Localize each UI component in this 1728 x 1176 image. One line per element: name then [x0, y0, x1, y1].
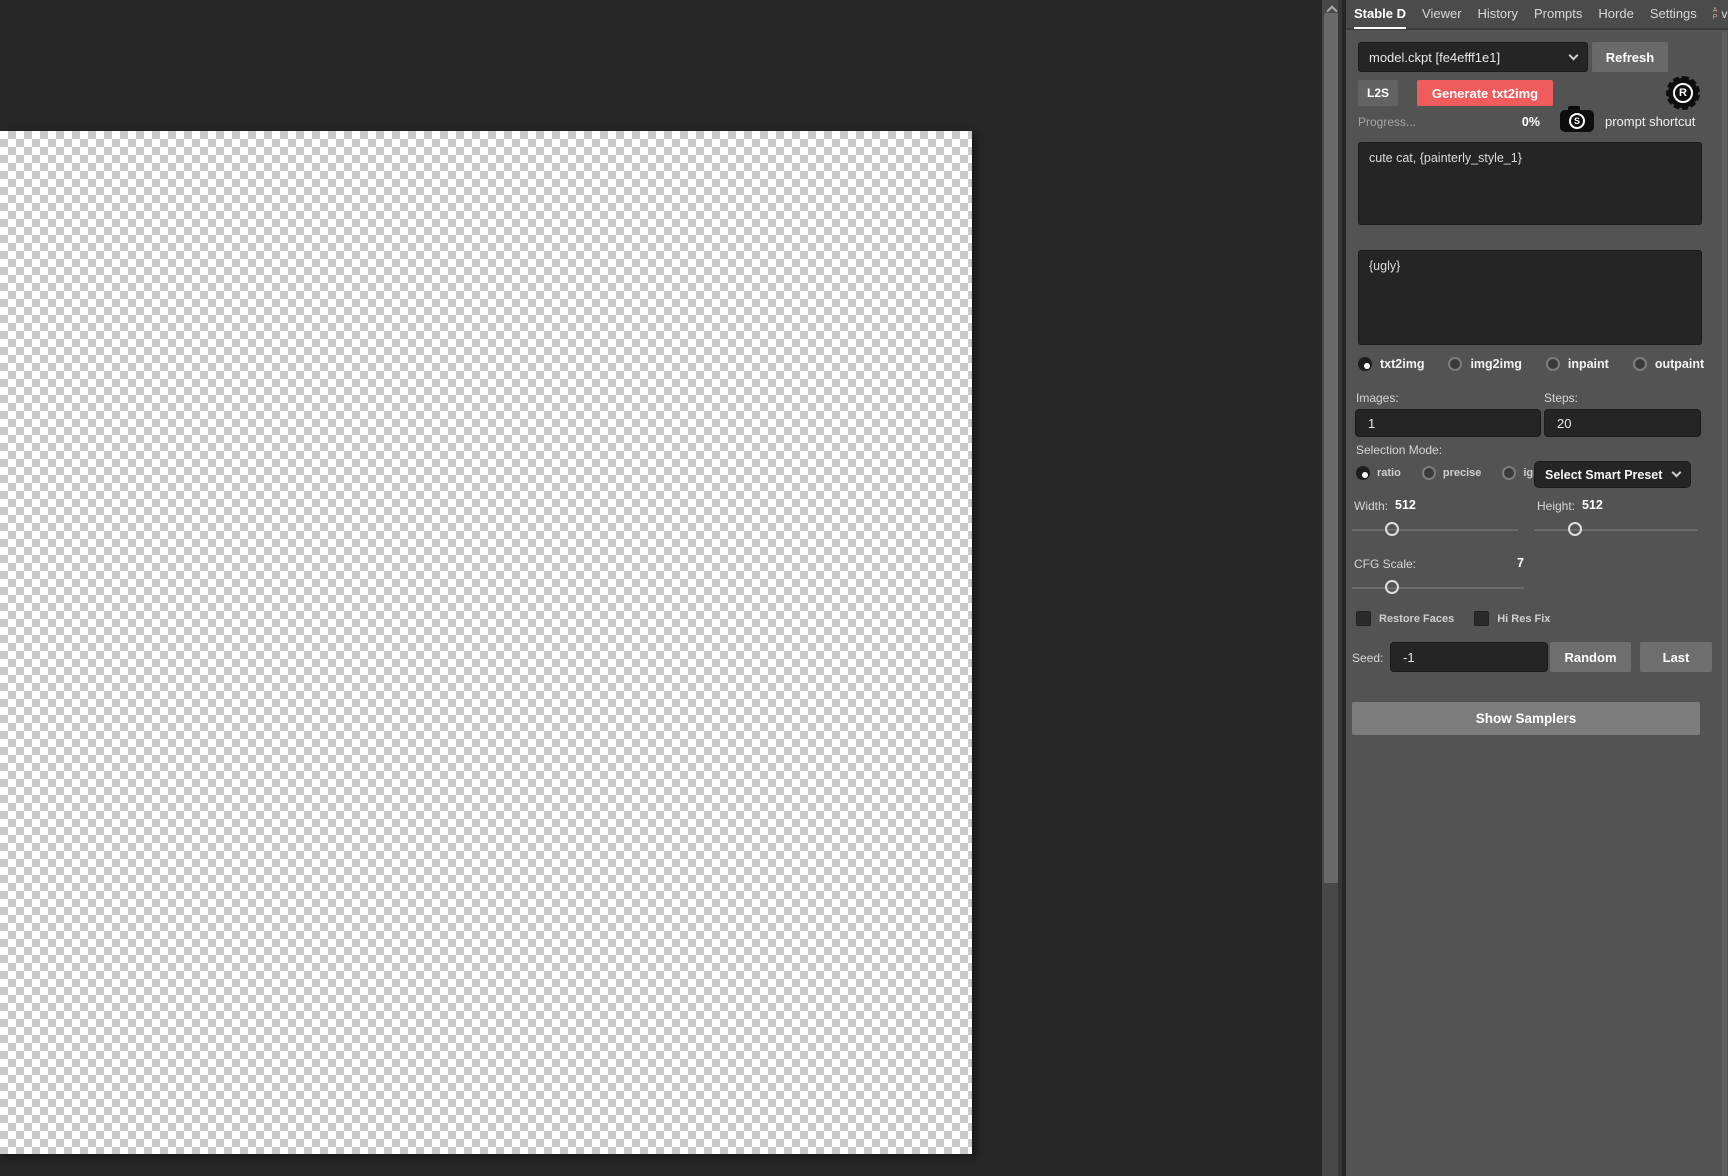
- tab-prompts[interactable]: Prompts: [1534, 0, 1582, 29]
- negative-prompt-input[interactable]: {ugly}: [1358, 250, 1702, 345]
- width-slider-track: [1352, 529, 1518, 531]
- chevron-down-icon: [1671, 467, 1682, 478]
- selection-mode-label: Selection Mode:: [1356, 443, 1443, 457]
- height-slider-thumb[interactable]: [1568, 522, 1582, 536]
- version-label: v1.1.0: [1721, 7, 1728, 21]
- radio-img2img[interactable]: [1448, 357, 1463, 371]
- scroll-up-icon[interactable]: [1327, 5, 1335, 13]
- height-slider-track: [1534, 529, 1698, 531]
- seed-label: Seed:: [1352, 651, 1384, 665]
- tab-stable-diffusion[interactable]: Stable D: [1354, 0, 1407, 29]
- last-seed-button[interactable]: Last: [1640, 642, 1712, 672]
- snapshot-camera-icon[interactable]: S: [1560, 106, 1594, 132]
- cfg-scale-label: CFG Scale:: [1354, 557, 1417, 571]
- gear-badge: R: [1673, 83, 1693, 103]
- width-value: 512: [1395, 498, 1416, 512]
- tab-viewer[interactable]: Viewer: [1422, 0, 1462, 29]
- radio-ratio-label: ratio: [1377, 467, 1401, 479]
- restore-faces-label: Restore Faces: [1379, 612, 1455, 625]
- panel-scrollbar[interactable]: [1722, 32, 1727, 1176]
- height-label: Height:: [1537, 499, 1576, 513]
- radio-ignore[interactable]: [1502, 466, 1517, 480]
- steps-label: Steps:: [1544, 391, 1579, 405]
- cfg-slider-track: [1352, 587, 1524, 589]
- smart-preset-select[interactable]: Select Smart Preset: [1534, 461, 1691, 488]
- images-input[interactable]: [1355, 409, 1541, 437]
- radio-precise-label: precise: [1442, 467, 1482, 479]
- cfg-slider-thumb[interactable]: [1385, 580, 1399, 594]
- chevron-down-icon: [1568, 50, 1579, 60]
- photoshop-workspace: Stable D Viewer History Prompts Horde Se…: [0, 0, 1728, 1176]
- radio-outpaint-label: outpaint: [1654, 357, 1705, 371]
- selection-mode-group: ratio precise ignore: [1356, 466, 1557, 480]
- height-value: 512: [1582, 498, 1603, 512]
- hi-res-fix-checkbox[interactable]: [1474, 611, 1490, 626]
- images-label: Images:: [1356, 391, 1399, 405]
- generate-txt2img-button[interactable]: Generate txt2img: [1417, 80, 1553, 106]
- radio-img2img-label: img2img: [1470, 357, 1522, 371]
- radio-ratio[interactable]: [1356, 466, 1370, 480]
- cfg-scale-value: 7: [1517, 556, 1524, 570]
- positive-prompt-input[interactable]: cute cat, {painterly_style_1}: [1358, 142, 1702, 225]
- prompt-shortcut-label: prompt shortcut: [1605, 114, 1696, 129]
- smart-preset-value: Select Smart Preset: [1545, 467, 1663, 482]
- tab-horde[interactable]: Horde: [1598, 0, 1633, 29]
- plugin-logo: A P: [1712, 7, 1718, 21]
- radio-txt2img[interactable]: [1358, 357, 1372, 371]
- height-slider[interactable]: [1534, 521, 1698, 539]
- canvas-workarea: [0, 0, 1322, 1176]
- workarea-scrollbar[interactable]: [1322, 0, 1342, 1176]
- refresh-button[interactable]: Refresh: [1592, 42, 1668, 72]
- width-slider[interactable]: [1352, 521, 1518, 539]
- radio-inpaint-label: inpaint: [1567, 357, 1609, 371]
- progress-percent: 0%: [1521, 115, 1540, 129]
- width-slider-thumb[interactable]: [1385, 522, 1399, 536]
- radio-inpaint[interactable]: [1545, 357, 1560, 371]
- progress-row: Progress... 0%: [1358, 113, 1540, 131]
- radio-txt2img-label: txt2img: [1380, 357, 1425, 371]
- restore-faces-checkbox[interactable]: [1356, 611, 1371, 626]
- stable-diffusion-panel: Stable D Viewer History Prompts Horde Se…: [1346, 0, 1728, 1176]
- l2s-button[interactable]: L2S: [1358, 80, 1398, 106]
- settings-gear-icon[interactable]: R: [1666, 76, 1700, 110]
- progress-label: Progress...: [1358, 115, 1417, 129]
- tab-history[interactable]: History: [1478, 0, 1518, 29]
- fix-toggles-row: Restore Faces Hi Res Fix: [1356, 611, 1550, 626]
- camera-lens-badge: S: [1569, 113, 1585, 129]
- radio-precise[interactable]: [1421, 466, 1436, 480]
- hi-res-fix-label: Hi Res Fix: [1497, 612, 1551, 625]
- document-canvas-transparent[interactable]: [0, 131, 972, 1154]
- radio-outpaint[interactable]: [1632, 357, 1647, 371]
- seed-input[interactable]: [1390, 642, 1548, 672]
- cfg-slider[interactable]: [1352, 579, 1524, 597]
- generation-mode-group: txt2img img2img inpaint outpaint: [1358, 357, 1704, 371]
- tab-settings[interactable]: Settings: [1650, 0, 1697, 29]
- steps-input[interactable]: [1544, 409, 1701, 437]
- model-select-value: model.ckpt [fe4efff1e1]: [1369, 49, 1501, 65]
- scrollbar-thumb[interactable]: [1324, 13, 1338, 883]
- show-samplers-button[interactable]: Show Samplers: [1352, 702, 1700, 735]
- width-label: Width:: [1354, 499, 1389, 513]
- random-seed-button[interactable]: Random: [1550, 642, 1631, 672]
- panel-tabbar: Stable D Viewer History Prompts Horde Se…: [1346, 0, 1728, 30]
- model-select[interactable]: model.ckpt [fe4efff1e1]: [1358, 42, 1588, 72]
- version-box: A P v1.1.0: [1713, 7, 1728, 21]
